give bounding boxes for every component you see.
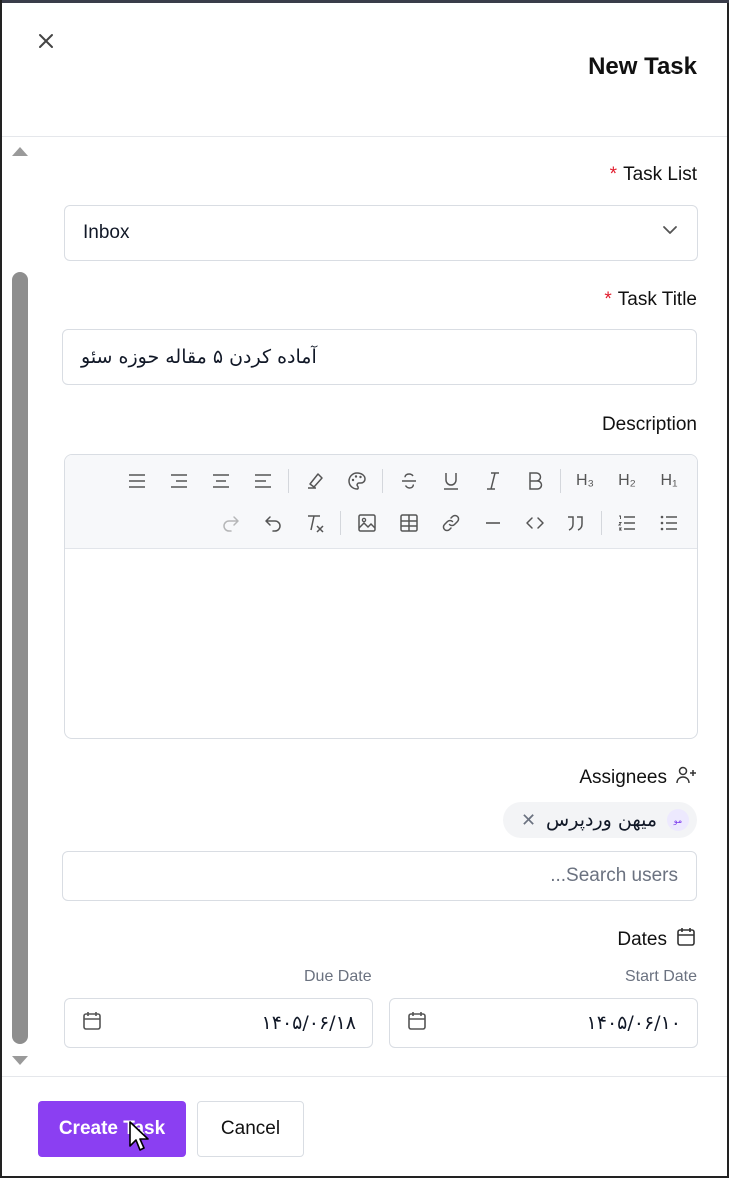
start-date-value: ۱۴۰۵/۰۶/۱۰ xyxy=(586,1012,681,1034)
due-date-field[interactable]: ۱۴۰۵/۰۶/۱۸ xyxy=(64,998,373,1048)
scroll-down-arrow-icon[interactable] xyxy=(12,1056,28,1065)
search-users-input[interactable]: ...Search users xyxy=(62,851,697,901)
editor-toolbar: H₃ H₂ H₁ xyxy=(65,455,697,549)
new-task-dialog: New Task * Task List Inbox * Task Title آم… xyxy=(0,0,729,1178)
heading-3-icon[interactable]: H₃ xyxy=(571,467,599,495)
redo-icon[interactable] xyxy=(217,509,245,537)
link-icon[interactable] xyxy=(437,509,465,537)
assignees-label: Assignees xyxy=(579,764,697,792)
image-icon[interactable] xyxy=(353,509,381,537)
toolbar-separator xyxy=(601,511,602,535)
highlight-icon[interactable] xyxy=(301,467,329,495)
calendar-icon xyxy=(675,926,697,954)
task-list-select[interactable]: Inbox xyxy=(64,205,698,261)
align-justify-icon[interactable] xyxy=(123,467,151,495)
dialog-title: New Task xyxy=(588,53,697,80)
underline-icon[interactable] xyxy=(437,467,465,495)
ordered-list-icon[interactable] xyxy=(613,509,641,537)
add-user-icon[interactable] xyxy=(675,764,697,792)
description-editor: H₃ H₂ H₁ xyxy=(64,454,698,739)
task-list-label: * Task List xyxy=(610,164,697,186)
remove-assignee-icon[interactable]: ✕ xyxy=(521,810,536,831)
avatar: مو xyxy=(667,809,689,831)
calendar-icon xyxy=(81,1010,103,1037)
search-users-placeholder: ...Search users xyxy=(550,865,678,886)
task-title-value: آماده کردن ۵ مقاله حوزه سئو xyxy=(81,346,317,368)
scroll-thumb[interactable] xyxy=(12,272,28,1044)
editor-content-area[interactable] xyxy=(65,549,697,738)
dates-label: Dates xyxy=(617,926,697,954)
strikethrough-icon[interactable] xyxy=(395,467,423,495)
horizontal-rule-icon[interactable] xyxy=(479,509,507,537)
required-mark: * xyxy=(609,164,618,185)
task-title-label-text: Task Title xyxy=(617,289,697,310)
cancel-button[interactable]: Cancel xyxy=(197,1101,304,1157)
align-right-icon[interactable] xyxy=(165,467,193,495)
start-date-label: Start Date xyxy=(624,968,697,985)
code-icon[interactable] xyxy=(521,509,549,537)
undo-icon[interactable] xyxy=(259,509,287,537)
assignee-chip: ✕ میهن وردپرس مو xyxy=(502,802,697,838)
due-date-label: Due Date xyxy=(304,968,372,985)
toolbar-separator xyxy=(382,469,383,493)
align-left-icon[interactable] xyxy=(249,467,277,495)
italic-icon[interactable] xyxy=(479,467,507,495)
task-list-label-text: Task List xyxy=(623,164,697,185)
required-mark: * xyxy=(604,289,612,310)
bullet-list-icon[interactable] xyxy=(655,509,683,537)
heading-2-icon[interactable]: H₂ xyxy=(613,467,641,495)
assignees-label-text: Assignees xyxy=(579,767,667,788)
calendar-icon xyxy=(406,1010,428,1037)
align-center-icon[interactable] xyxy=(207,467,235,495)
toolbar-separator xyxy=(560,469,561,493)
task-title-label: * Task Title xyxy=(604,289,697,311)
dates-label-text: Dates xyxy=(617,929,667,950)
heading-1-icon[interactable]: H₁ xyxy=(655,467,683,495)
mouse-cursor-icon xyxy=(128,1120,150,1154)
clear-format-icon[interactable] xyxy=(301,509,329,537)
task-list-value: Inbox xyxy=(83,222,130,243)
bold-icon[interactable] xyxy=(521,467,549,495)
table-icon[interactable] xyxy=(395,509,423,537)
toolbar-separator xyxy=(288,469,289,493)
color-palette-icon[interactable] xyxy=(343,467,371,495)
description-label: Description xyxy=(601,414,697,435)
close-icon[interactable] xyxy=(34,29,58,53)
due-date-value: ۱۴۰۵/۰۶/۱۸ xyxy=(261,1012,356,1034)
assignee-name: میهن وردپرس xyxy=(546,809,657,831)
dialog-footer: Create Task Cancel xyxy=(2,1076,727,1176)
start-date-field[interactable]: ۱۴۰۵/۰۶/۱۰ xyxy=(389,998,698,1048)
blockquote-icon[interactable] xyxy=(561,509,589,537)
scroll-up-arrow-icon[interactable] xyxy=(12,147,28,156)
scrollbar[interactable] xyxy=(6,138,28,1074)
chevron-down-icon xyxy=(661,221,679,245)
dialog-body: * Task List Inbox * Task Title آماده کردن … xyxy=(2,138,727,1074)
task-title-input[interactable]: آماده کردن ۵ مقاله حوزه سئو xyxy=(62,329,697,385)
toolbar-separator xyxy=(340,511,341,535)
create-task-button[interactable]: Create Task xyxy=(38,1101,186,1157)
dialog-header: New Task xyxy=(2,3,727,137)
